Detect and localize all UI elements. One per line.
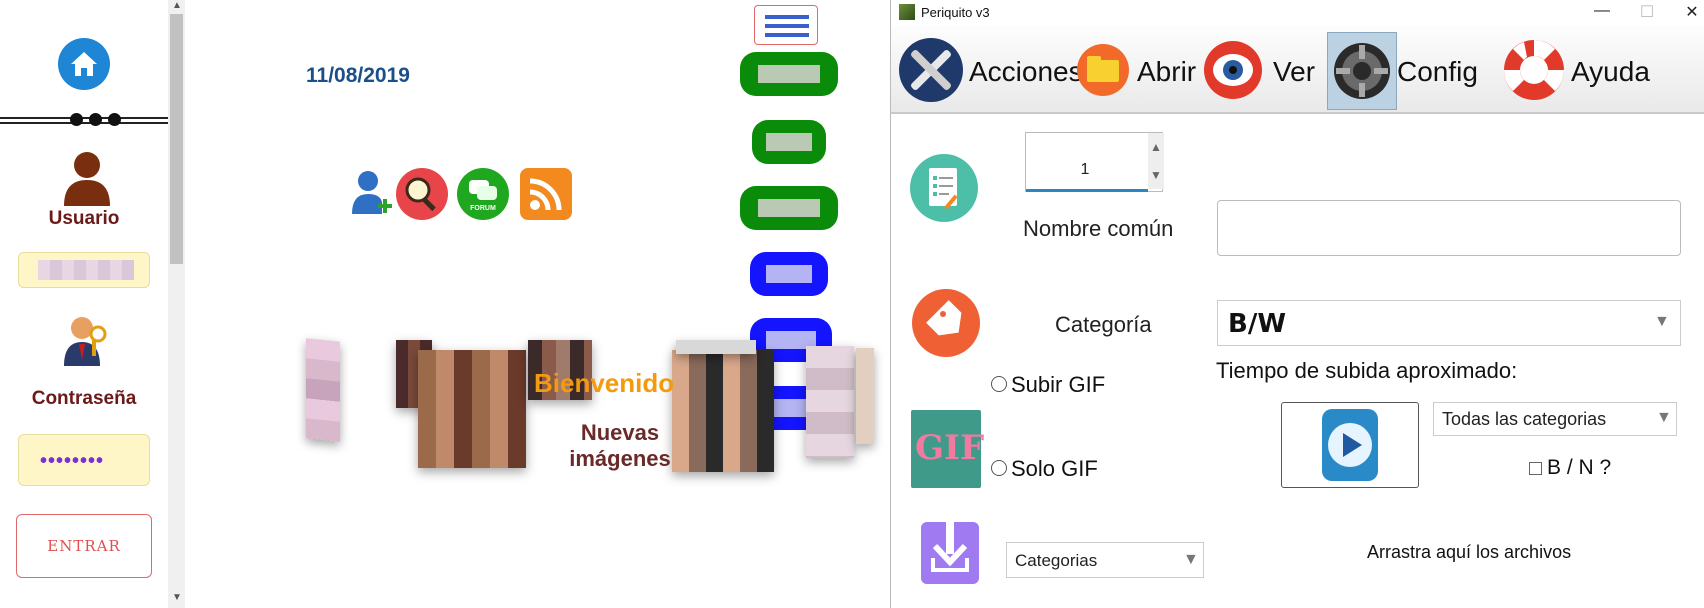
user-icon [64, 152, 110, 206]
scroll-down-icon[interactable]: ▼ [172, 592, 182, 603]
toolbar-acciones[interactable]: Acciones [969, 56, 1083, 88]
login-button[interactable]: ENTRAR [16, 514, 152, 578]
carousel-image [676, 340, 756, 354]
forum-icon[interactable]: FORUM [457, 168, 509, 220]
title-bar: Periquito v3 — ☐ ✕ [891, 0, 1704, 24]
divider [0, 117, 168, 119]
home-button[interactable] [58, 38, 110, 90]
pill-label-redacted [770, 399, 808, 417]
number-value[interactable]: 1 [1026, 161, 1144, 179]
scrollbar-thumb[interactable] [170, 14, 183, 264]
menu-button[interactable] [754, 5, 818, 45]
search-icon[interactable] [396, 168, 448, 220]
login-sidebar: ▲ ▼ Usuario Contraseña •••••••• ENTRAR [0, 0, 185, 608]
config-button-selected[interactable] [1327, 32, 1397, 110]
gear-icon [1334, 43, 1390, 99]
password-mask: •••••••• [40, 450, 105, 472]
hamburger-icon [765, 33, 809, 37]
username-value-redacted [38, 260, 134, 280]
tiempo-label: Tiempo de subida aproximado: [1216, 358, 1518, 383]
categorias-value: Categorias [1015, 551, 1098, 570]
carousel-image[interactable] [806, 346, 854, 458]
number-spinner[interactable]: 1 ▲ ▼ [1025, 132, 1164, 192]
nombre-input[interactable] [1217, 200, 1681, 256]
app-icon [899, 4, 915, 20]
todas-categorias-select[interactable]: Todas las categorias ▼ [1433, 402, 1677, 436]
nav-pill-button[interactable] [740, 186, 838, 230]
welcome-text: Bienvenido [534, 368, 675, 398]
carousel-image[interactable] [856, 348, 874, 444]
focus-underline [1026, 189, 1148, 192]
gif-badge-text: GIF [915, 428, 985, 468]
bn-label[interactable]: B / N ? [1547, 456, 1611, 480]
toolbar-abrir[interactable]: Abrir [1137, 56, 1196, 88]
more-dots-icon[interactable] [89, 113, 102, 126]
toolbar-config[interactable]: Config [1397, 56, 1478, 88]
spin-up-icon[interactable]: ▲ [1148, 133, 1164, 161]
pill-label-redacted [758, 65, 820, 83]
carousel-image[interactable] [418, 350, 526, 468]
chevron-down-icon: ▼ [1656, 409, 1672, 426]
folder-icon[interactable] [1075, 32, 1131, 108]
toolbar: Acciones Abrir Ver Config Ayuda [891, 26, 1704, 114]
window-title: Periquito v3 [921, 5, 990, 20]
subir-gif-label[interactable]: Subir GIF [1011, 372, 1105, 398]
minimize-button[interactable]: — [1587, 2, 1617, 20]
solo-gif-radio[interactable] [991, 460, 1007, 476]
drop-zone-label[interactable]: Arrastra aquí los archivos [1367, 542, 1571, 563]
chevron-down-icon: ▼ [1183, 551, 1199, 568]
hamburger-icon [765, 15, 809, 19]
tag-icon [912, 289, 980, 357]
toolbar-ayuda[interactable]: Ayuda [1571, 56, 1650, 88]
carousel-image[interactable] [306, 338, 340, 442]
nav-pill-button[interactable] [750, 252, 828, 296]
nav-pill-button[interactable] [752, 120, 826, 164]
solo-gif-label[interactable]: Solo GIF [1011, 456, 1098, 482]
pill-label-redacted [758, 199, 820, 217]
more-dots-icon[interactable] [108, 113, 121, 126]
categorias-select[interactable]: Categorias ▼ [1006, 542, 1204, 578]
chevron-down-icon: ▼ [1654, 313, 1670, 330]
subir-gif-radio[interactable] [991, 376, 1007, 392]
todas-value: Todas las categorias [1442, 409, 1607, 429]
more-dots-icon[interactable] [70, 113, 83, 126]
categoria-label: Categoría [1055, 312, 1152, 337]
categoria-select[interactable]: B/W ▼ [1217, 300, 1681, 346]
scroll-up-icon[interactable]: ▲ [172, 0, 182, 11]
new-images-text: Nuevas imágenes [569, 420, 671, 472]
password-label: Contraseña [31, 388, 137, 409]
add-user-icon[interactable] [350, 168, 394, 220]
maximize-button[interactable]: ☐ [1632, 2, 1662, 22]
tools-icon[interactable] [897, 32, 967, 108]
home-icon [71, 52, 97, 76]
username-label: Usuario [48, 208, 120, 229]
rss-icon[interactable] [520, 168, 572, 220]
divider [0, 122, 168, 124]
download-icon [921, 516, 979, 584]
key-user-icon [64, 317, 107, 366]
close-button[interactable]: ✕ [1677, 2, 1704, 22]
gif-icon: GIF [911, 410, 985, 488]
hamburger-icon [765, 24, 809, 28]
lifebuoy-icon[interactable] [1499, 32, 1569, 108]
nombre-label: Nombre común [1023, 216, 1174, 241]
play-button[interactable] [1281, 402, 1419, 488]
app-window: Periquito v3 — ☐ ✕ Acciones Abrir Ver Co… [890, 0, 1704, 608]
page-date: 11/08/2019 [306, 64, 410, 87]
play-icon [1322, 409, 1378, 481]
pill-label-redacted [766, 265, 812, 283]
spin-down-icon[interactable]: ▼ [1148, 161, 1164, 189]
toolbar-ver[interactable]: Ver [1273, 56, 1315, 88]
forum-text: FORUM [470, 205, 496, 212]
eye-icon[interactable] [1203, 32, 1263, 108]
categoria-value: B/W [1228, 309, 1286, 339]
bn-checkbox[interactable] [1529, 462, 1542, 475]
pill-label-redacted [766, 133, 812, 151]
nav-pill-button[interactable] [740, 52, 838, 96]
checklist-icon [910, 154, 978, 222]
